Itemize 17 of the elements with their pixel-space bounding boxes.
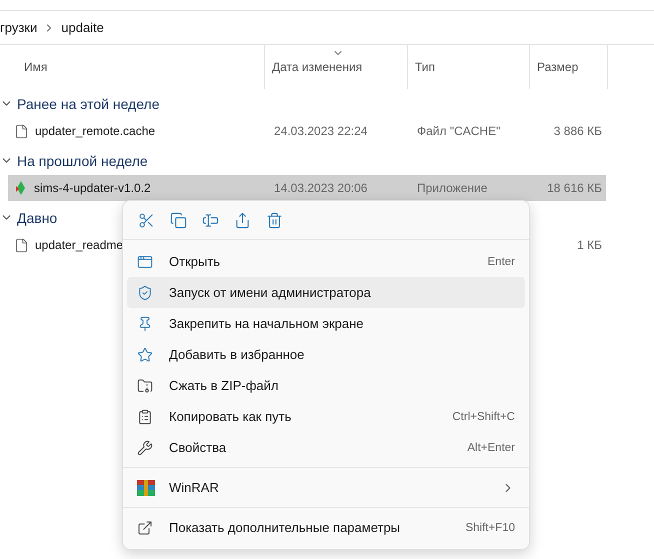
group-title: Давно <box>17 210 58 226</box>
shortcut-text: Alt+Enter <box>467 442 515 454</box>
file-size: 18 616 КБ <box>547 181 602 195</box>
group-title: На прошлой неделе <box>17 152 148 168</box>
file-name: updater_remote.cache <box>35 124 156 138</box>
file-size: 3 886 КБ <box>554 124 602 138</box>
file-size: 1 КБ <box>577 238 602 252</box>
file-date: 14.03.2023 20:06 <box>274 181 368 195</box>
file-type: Файл "CACHE" <box>417 124 500 138</box>
shortcut-text: Ctrl+Shift+C <box>452 410 515 422</box>
file-name: updater_readme <box>35 238 124 252</box>
group-title: Ранее на этой неделе <box>17 96 160 112</box>
file-name: sims-4-updater-v1.0.2 <box>34 181 151 195</box>
shortcut-text: Enter <box>488 256 515 268</box>
file-type: Приложение <box>417 181 488 195</box>
file-date: 24.03.2023 22:24 <box>274 124 368 138</box>
shortcut-text: Shift+F10 <box>465 522 515 534</box>
